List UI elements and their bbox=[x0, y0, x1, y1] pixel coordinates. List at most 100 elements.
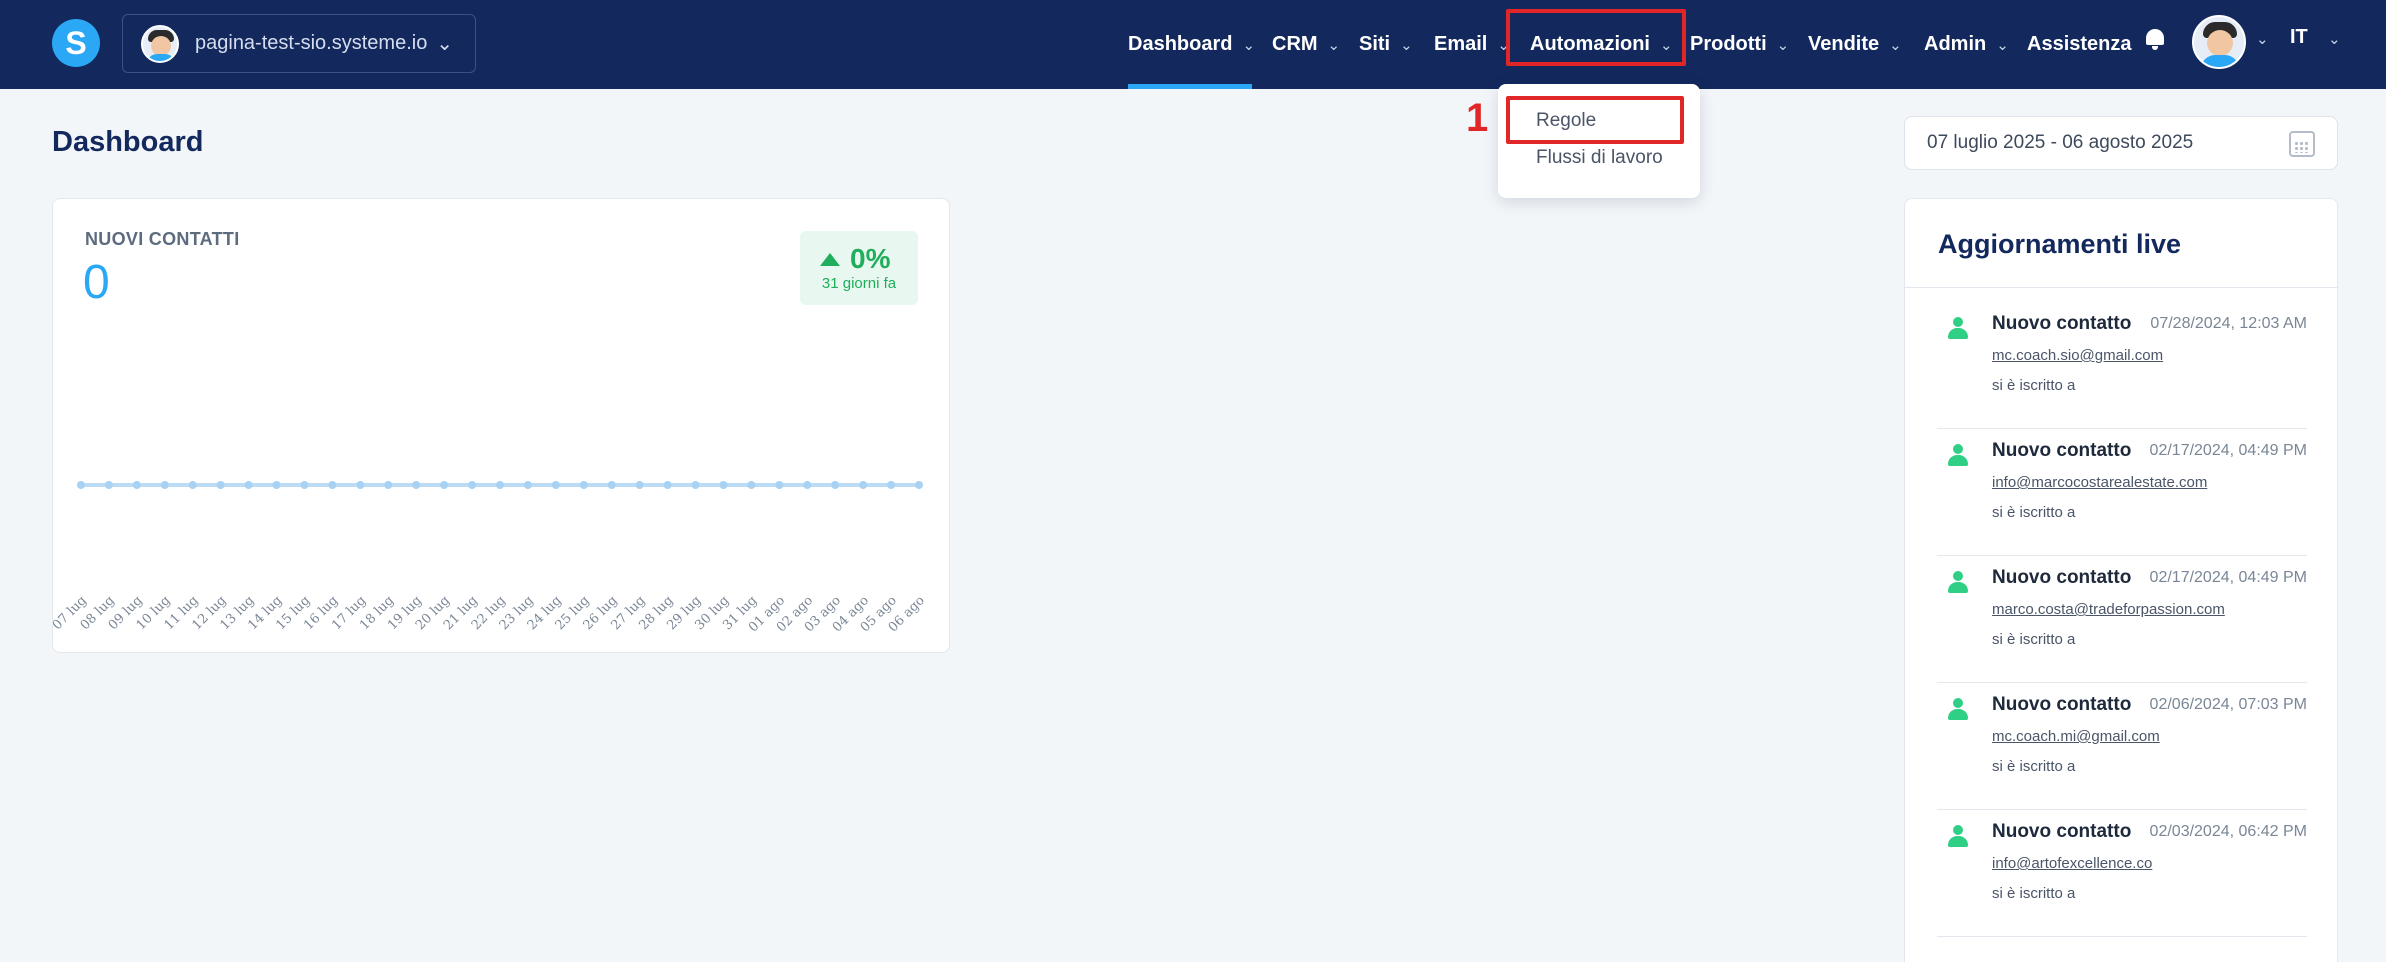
live-update-name: Nuovo contatto bbox=[1992, 440, 2132, 461]
nav-label: Vendite bbox=[1808, 33, 1880, 55]
data-point[interactable] bbox=[719, 481, 728, 489]
person-icon bbox=[1947, 698, 1969, 720]
live-update-desc: si è iscritto a bbox=[1992, 504, 2076, 521]
data-point[interactable] bbox=[356, 481, 365, 489]
live-update-desc: si è iscritto a bbox=[1992, 758, 2076, 775]
live-update-email[interactable]: info@marcocostarealestate.com bbox=[1992, 474, 2207, 491]
site-selector[interactable]: pagina-test-sio.systeme.io ⌄ bbox=[122, 14, 476, 73]
live-update-email[interactable]: info@artofexcellence.co bbox=[1992, 855, 2152, 872]
live-update-email[interactable]: mc.coach.sio@gmail.com bbox=[1992, 347, 2163, 364]
live-update-time: 02/17/2024, 04:49 PM bbox=[2149, 569, 2307, 586]
data-point[interactable] bbox=[691, 481, 700, 489]
live-update-time: 02/03/2024, 06:42 PM bbox=[2149, 823, 2307, 840]
page-title: Dashboard bbox=[52, 126, 204, 158]
live-update-email[interactable]: mc.coach.mi@gmail.com bbox=[1992, 728, 2160, 745]
data-point[interactable] bbox=[915, 481, 923, 489]
data-point[interactable] bbox=[384, 481, 393, 489]
data-point[interactable] bbox=[551, 481, 560, 489]
data-point[interactable] bbox=[328, 481, 337, 489]
chevron-down-icon: ⌄ bbox=[1996, 36, 2009, 54]
highlight-automazioni bbox=[1506, 9, 1686, 66]
highlight-regole bbox=[1506, 96, 1684, 144]
data-point[interactable] bbox=[496, 481, 504, 489]
nav-admin[interactable]: Admin ⌄ bbox=[1924, 0, 2009, 89]
data-point[interactable] bbox=[468, 481, 477, 489]
nav-dashboard[interactable]: Dashboard ⌄ bbox=[1128, 0, 1255, 89]
live-update-desc: si è iscritto a bbox=[1992, 631, 2076, 648]
chevron-down-icon: ⌄ bbox=[1776, 36, 1790, 54]
data-point[interactable] bbox=[77, 481, 85, 489]
systeme-logo[interactable]: S bbox=[52, 19, 100, 67]
divider bbox=[1905, 287, 2337, 288]
data-point[interactable] bbox=[412, 481, 421, 489]
live-update-desc: si è iscritto a bbox=[1992, 885, 2076, 902]
chevron-down-icon: ⌄ bbox=[436, 33, 453, 55]
data-point[interactable] bbox=[831, 481, 840, 489]
live-update-time: 07/28/2024, 12:03 AM bbox=[2150, 315, 2307, 332]
chevron-down-icon: ⌄ bbox=[1327, 36, 1341, 54]
data-point[interactable] bbox=[607, 481, 616, 489]
data-point[interactable] bbox=[272, 481, 281, 489]
live-updates-card: Aggiornamenti live Nuovo contatto 07/28/2… bbox=[1904, 198, 2338, 962]
person-icon bbox=[1947, 317, 1969, 339]
chevron-down-icon: ⌄ bbox=[1400, 36, 1413, 54]
nav-label: Admin bbox=[1924, 33, 1987, 55]
nav-siti[interactable]: Siti ⌄ bbox=[1359, 0, 1413, 89]
user-avatar[interactable] bbox=[2192, 15, 2246, 69]
live-update-item: Nuovo contatto 02/17/2024, 04:49 PM marco.… bbox=[1937, 557, 2307, 683]
person-icon bbox=[1947, 444, 1969, 466]
chevron-down-icon[interactable]: ⌄ bbox=[2328, 30, 2341, 48]
chevron-down-icon[interactable]: ⌄ bbox=[2256, 30, 2269, 48]
live-update-name: Nuovo contatto bbox=[1992, 821, 2132, 842]
live-update-name: Nuovo contatto bbox=[1992, 694, 2132, 715]
date-range-value: 07 luglio 2025 - 06 agosto 2025 bbox=[1927, 132, 2194, 153]
active-nav-indicator bbox=[1128, 84, 1252, 89]
nav-label: Prodotti bbox=[1690, 33, 1767, 55]
notification-bell-icon[interactable] bbox=[2144, 27, 2166, 50]
live-update-email[interactable]: marco.costa@tradeforpassion.com bbox=[1992, 601, 2225, 618]
data-point[interactable] bbox=[300, 481, 309, 489]
date-range-picker[interactable]: 07 luglio 2025 - 06 agosto 2025 bbox=[1904, 116, 2338, 170]
data-point[interactable] bbox=[859, 481, 868, 489]
calendar-icon[interactable] bbox=[2289, 131, 2315, 157]
data-point[interactable] bbox=[160, 481, 169, 489]
live-update-item: Nuovo contatto 02/17/2024, 04:49 PM info@m… bbox=[1937, 430, 2307, 556]
person-icon bbox=[1947, 825, 1969, 847]
site-name: pagina-test-sio.systeme.io bbox=[195, 32, 428, 54]
data-point[interactable] bbox=[663, 481, 672, 489]
chevron-down-icon: ⌄ bbox=[1242, 36, 1256, 54]
data-point[interactable] bbox=[635, 481, 644, 489]
chevron-down-icon: ⌄ bbox=[1889, 36, 1902, 54]
live-update-item: Nuovo contatto 02/03/2024, 06:42 PM info@a… bbox=[1937, 811, 2307, 937]
nav-vendite[interactable]: Vendite ⌄ bbox=[1808, 0, 1902, 89]
top-navbar: S pagina-test-sio.systeme.io ⌄ Dashboard… bbox=[0, 0, 2386, 89]
data-point[interactable] bbox=[440, 481, 449, 489]
live-update-item: Nuovo contatto 07/28/2024, 12:03 AM mc.coa… bbox=[1937, 303, 2307, 429]
data-point[interactable] bbox=[244, 481, 253, 489]
menu-item-flussi-di-lavoro[interactable]: Flussi di lavoro bbox=[1536, 147, 1663, 169]
data-point[interactable] bbox=[775, 481, 784, 489]
step-number: 1 bbox=[1466, 96, 1489, 140]
data-point[interactable] bbox=[747, 481, 756, 489]
data-point[interactable] bbox=[523, 481, 532, 489]
nav-prodotti[interactable]: Prodotti ⌄ bbox=[1690, 0, 1789, 89]
nav-label: Email bbox=[1434, 33, 1488, 55]
live-update-item: Nuovo contatto 02/06/2024, 07:03 PM mc.coa… bbox=[1937, 684, 2307, 810]
live-update-name: Nuovo contatto bbox=[1992, 567, 2132, 588]
nav-label: Assistenza bbox=[2027, 33, 2132, 55]
data-point[interactable] bbox=[579, 481, 588, 489]
live-updates-title: Aggiornamenti live bbox=[1938, 229, 2182, 259]
new-contacts-chart: 07 lug08 lug09 lug10 lug11 lug12 lug13 l… bbox=[53, 481, 928, 635]
language-selector[interactable]: IT bbox=[2290, 26, 2308, 49]
data-point[interactable] bbox=[188, 481, 197, 489]
data-point[interactable] bbox=[132, 481, 141, 489]
data-point[interactable] bbox=[803, 481, 812, 489]
data-point[interactable] bbox=[216, 481, 225, 489]
nav-label: Dashboard bbox=[1128, 33, 1233, 55]
new-contacts-card: NUOVI CONTATTI 0 0% 31 giorni fa 07 lug 0… bbox=[52, 198, 950, 653]
nav-crm[interactable]: CRM ⌄ bbox=[1272, 0, 1340, 89]
nav-assistenza[interactable]: Assistenza bbox=[2027, 0, 2132, 89]
data-point[interactable] bbox=[887, 481, 896, 489]
nav-email[interactable]: Email ⌄ bbox=[1434, 0, 1510, 89]
data-point[interactable] bbox=[104, 481, 113, 489]
